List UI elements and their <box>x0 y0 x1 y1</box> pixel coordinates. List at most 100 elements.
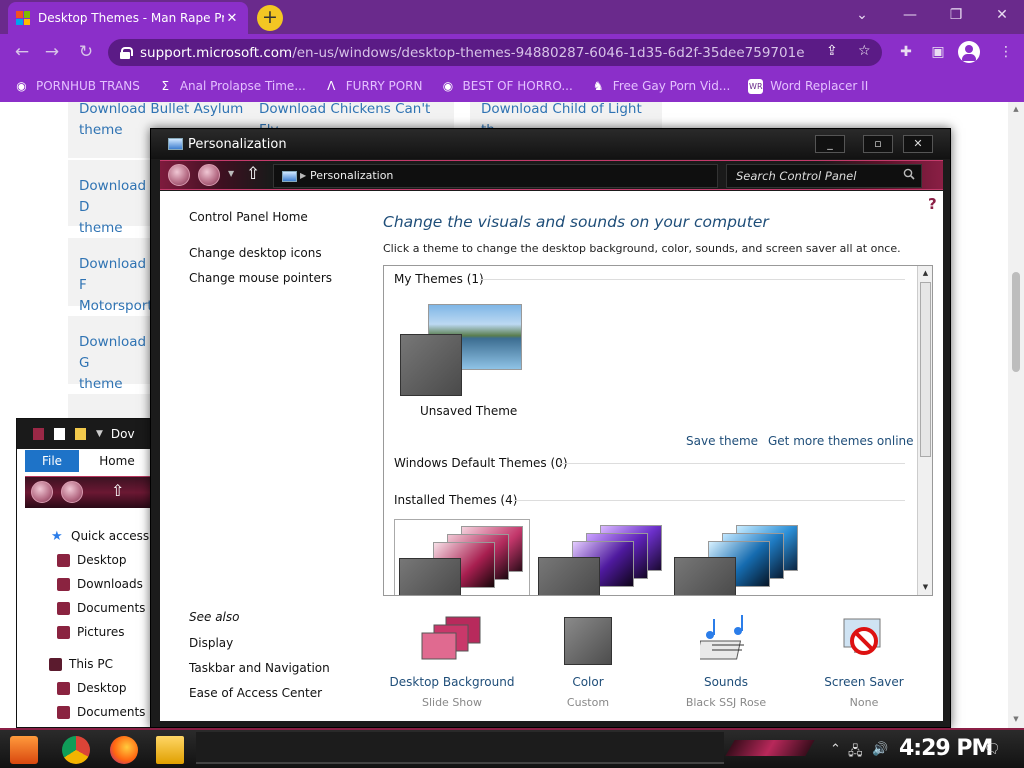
properties-icon[interactable] <box>54 428 65 440</box>
firefox-icon[interactable] <box>110 736 138 764</box>
restore-button[interactable]: ❐ <box>934 0 978 30</box>
theme-list-scroll-thumb[interactable] <box>920 282 931 457</box>
minimize-button[interactable]: — <box>888 0 932 30</box>
no-screensaver-icon[interactable] <box>840 615 890 665</box>
scroll-up-arrow-icon[interactable]: ▲ <box>1012 104 1020 114</box>
unsaved-theme-label[interactable]: Unsaved Theme <box>420 404 517 418</box>
forward-arrow-icon[interactable]: → <box>40 40 64 64</box>
lock-icon[interactable] <box>120 46 133 59</box>
theme-thumbnail-installed[interactable] <box>670 519 806 595</box>
theme-card[interactable]: Download G theme <box>68 316 158 392</box>
theme-list[interactable]: My Themes (1) Unsaved Theme Save theme G… <box>383 265 933 596</box>
help-icon[interactable]: ? <box>928 195 937 213</box>
back-orb-icon[interactable] <box>168 164 190 186</box>
forward-orb-icon[interactable] <box>198 164 220 186</box>
file-explorer-window[interactable]: ▼ Dov File Home ⇧ ★ Quick access Desktop … <box>16 418 169 728</box>
taskbar-clock[interactable]: 4:29 PM <box>899 736 993 761</box>
ribbon-tab-home[interactable]: Home <box>87 450 147 472</box>
volume-icon[interactable]: 🔊 <box>872 742 888 757</box>
reload-icon[interactable]: ↻ <box>74 40 98 64</box>
chrome-icon[interactable] <box>62 736 90 764</box>
bookmark-star-icon[interactable]: ☆ <box>858 43 871 59</box>
link-control-panel-home[interactable]: Control Panel Home <box>189 210 308 224</box>
browser-menu-icon[interactable]: ⋮ <box>994 40 1018 64</box>
scroll-down-arrow-icon[interactable]: ▼ <box>1012 714 1020 724</box>
tree-item-desktop[interactable]: Desktop <box>57 681 127 695</box>
tree-item-this-pc[interactable]: This PC <box>49 657 113 671</box>
notification-icon[interactable]: 🗨 <box>984 742 1001 757</box>
search-icon[interactable] <box>903 168 915 180</box>
music-notes-icon[interactable] <box>700 615 754 665</box>
cp-search-input[interactable]: Search Control Panel <box>726 164 922 188</box>
personalization-window[interactable]: Personalization _ ▫ ✕ ▼ ⇧ ▶ Personalizat… <box>150 128 951 728</box>
bookmark-item[interactable]: ♞ Free Gay Porn Vid... <box>591 79 730 94</box>
sounds-label[interactable]: Sounds <box>656 675 796 689</box>
link-taskbar-navigation[interactable]: Taskbar and Navigation <box>189 661 330 675</box>
theme-card-title[interactable]: Download F <box>79 254 158 296</box>
theme-list-scrollbar[interactable]: ▲ ▼ <box>917 266 932 595</box>
chevron-down-icon[interactable]: ▼ <box>228 169 234 178</box>
desktop-background-label[interactable]: Desktop Background <box>382 675 522 689</box>
theme-card-title[interactable]: Download D <box>79 176 158 218</box>
theme-thumbnail-unsaved[interactable] <box>398 304 524 404</box>
tree-item-downloads[interactable]: Downloads <box>57 577 143 591</box>
color-label[interactable]: Color <box>518 675 658 689</box>
tree-item-desktop[interactable]: Desktop <box>57 553 127 567</box>
up-arrow-icon[interactable]: ⇧ <box>246 164 260 184</box>
profile-avatar-icon[interactable] <box>958 41 980 63</box>
bookmark-item[interactable]: Σ Anal Prolapse Time... <box>158 79 306 94</box>
start-button-icon[interactable] <box>10 736 38 764</box>
browser-tab-active[interactable]: Desktop Themes - Man Rape Pr ✕ <box>8 2 248 34</box>
chevron-up-icon[interactable]: ⌃ <box>830 742 841 757</box>
wallpaper-icon[interactable] <box>420 615 484 665</box>
explorer-titlebar[interactable]: ▼ Dov <box>17 419 169 449</box>
tree-item-documents[interactable]: Documents <box>57 705 145 719</box>
page-scrollbar[interactable]: ▲ ▼ <box>1008 102 1024 730</box>
breadcrumb[interactable]: ▶ Personalization <box>273 164 718 188</box>
link-display[interactable]: Display <box>189 636 233 650</box>
network-icon[interactable]: 🖧 <box>848 742 863 764</box>
address-bar[interactable]: support.microsoft.com/en-us/windows/desk… <box>108 39 882 66</box>
theme-card-subtitle[interactable]: theme <box>79 374 158 395</box>
bookmark-item[interactable]: Λ FURRY PORN <box>324 79 422 94</box>
link-change-desktop-icons[interactable]: Change desktop icons <box>189 246 322 260</box>
scroll-down-arrow-icon[interactable]: ▼ <box>920 581 931 594</box>
tree-item-documents[interactable]: Documents <box>57 601 145 615</box>
screen-saver-label[interactable]: Screen Saver <box>794 675 934 689</box>
theme-card[interactable]: Download D theme <box>68 160 158 236</box>
link-change-mouse-pointers[interactable]: Change mouse pointers <box>189 271 332 285</box>
bookmark-item[interactable]: WR Word Replacer II <box>748 78 868 94</box>
scroll-up-arrow-icon[interactable]: ▲ <box>920 267 931 280</box>
cp-titlebar[interactable]: Personalization _ ▫ ✕ <box>151 129 950 159</box>
link-ease-of-access[interactable]: Ease of Access Center <box>189 686 322 700</box>
theme-card[interactable]: Download F Motorsport <box>68 238 158 314</box>
new-folder-icon[interactable] <box>75 428 86 440</box>
forward-orb-icon[interactable] <box>61 481 83 503</box>
bookmark-item[interactable]: ◉ PORNHUB TRANS <box>14 79 140 94</box>
cp-close-button[interactable]: ✕ <box>903 135 933 153</box>
chevron-down-icon[interactable]: ▼ <box>96 429 103 439</box>
save-theme-link[interactable]: Save theme <box>686 434 758 448</box>
chevron-right-icon[interactable]: ▶ <box>300 165 306 187</box>
bookmark-item[interactable]: ◉ BEST OF HORRO... <box>441 79 573 94</box>
theme-thumbnail-installed[interactable] <box>394 519 530 595</box>
up-arrow-icon[interactable]: ⇧ <box>111 481 124 500</box>
theme-card-title[interactable]: Download Bullet Asylum <box>79 102 252 120</box>
get-more-themes-link[interactable]: Get more themes online <box>768 434 914 448</box>
color-swatch-icon[interactable] <box>564 617 612 665</box>
file-explorer-taskbar-icon[interactable] <box>156 736 184 764</box>
tab-search-icon[interactable]: ⌄ <box>840 0 884 30</box>
close-button[interactable]: ✕ <box>980 0 1024 30</box>
page-scroll-thumb[interactable] <box>1012 272 1020 372</box>
theme-card-subtitle[interactable]: theme <box>79 218 158 239</box>
back-arrow-icon[interactable]: ← <box>10 40 34 64</box>
breadcrumb-personalization[interactable]: Personalization <box>310 169 393 182</box>
theme-card-title[interactable]: Download G <box>79 332 158 374</box>
share-icon[interactable]: ⇪ <box>826 43 838 59</box>
back-orb-icon[interactable] <box>31 481 53 503</box>
cp-maximize-button[interactable]: ▫ <box>863 135 893 153</box>
theme-card-title[interactable]: Download Child of Light <box>481 102 662 120</box>
new-tab-button[interactable]: + <box>257 5 283 31</box>
theme-card-subtitle[interactable]: Motorsport <box>79 296 158 317</box>
theme-thumbnail-installed[interactable] <box>534 519 670 595</box>
